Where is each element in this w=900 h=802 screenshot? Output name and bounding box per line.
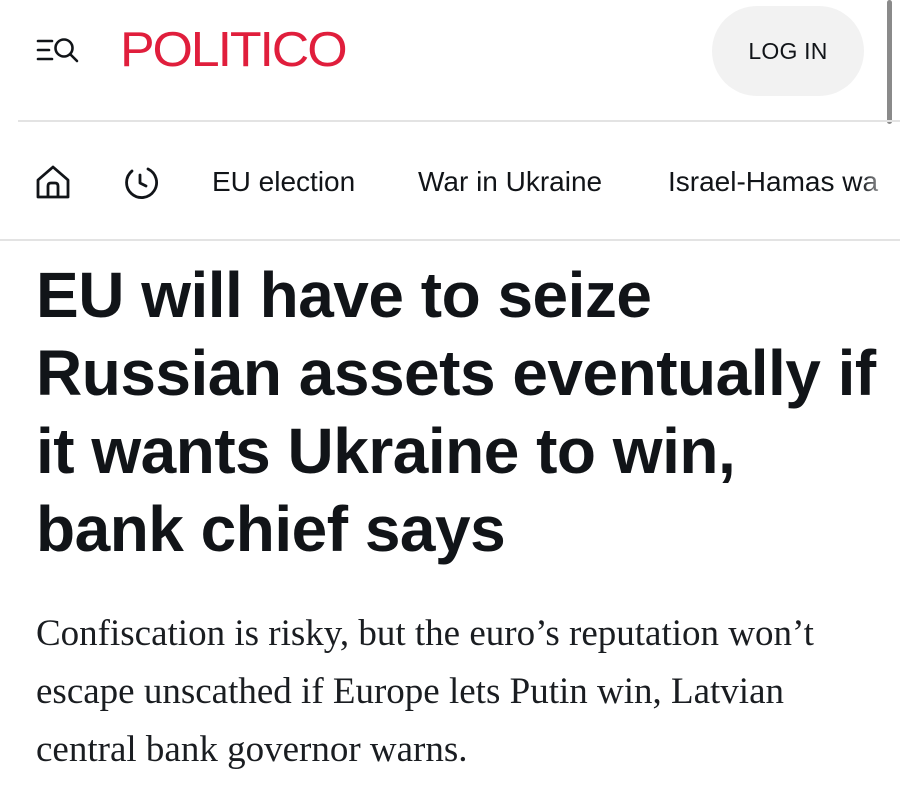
nav-latest[interactable] [121, 162, 161, 202]
section-nav: EU election War in Ukraine Israel-Hamas … [0, 122, 900, 239]
nav-item-war-in-ukraine[interactable]: War in Ukraine [418, 164, 602, 200]
nav-home[interactable] [33, 162, 73, 202]
nav-divider [0, 239, 900, 241]
nav-item-eu-election[interactable]: EU election [212, 164, 355, 200]
scrollbar[interactable] [887, 0, 892, 124]
menu-search-button[interactable] [36, 33, 84, 69]
nav-fade [860, 152, 900, 212]
clock-icon [121, 162, 161, 202]
article-dek: Confiscation is risky, but the euro’s re… [36, 613, 814, 770]
login-button[interactable]: LOG IN [712, 6, 864, 96]
home-icon [33, 162, 73, 202]
politico-logo[interactable]: POLITICO [120, 24, 348, 76]
site-header: POLITICO LOG IN [0, 0, 900, 120]
menu-search-icon [36, 33, 84, 69]
article-headline: EU will have to seize Russian assets eve… [36, 259, 876, 565]
nav-item-israel-hamas-war[interactable]: Israel-Hamas wa [668, 164, 878, 200]
